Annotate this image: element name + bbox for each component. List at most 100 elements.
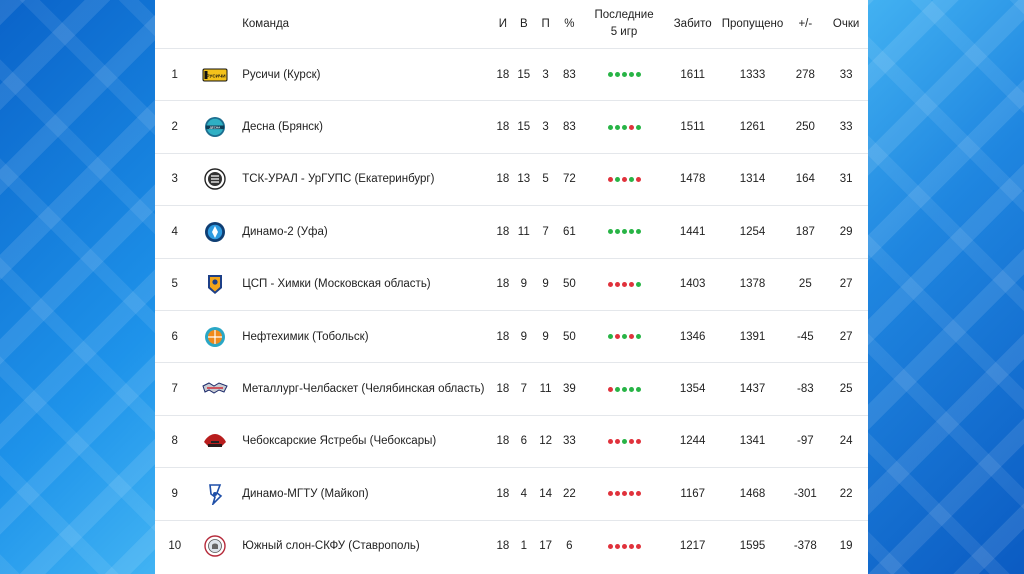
form-dot-loss xyxy=(614,281,620,287)
table-row[interactable]: 4 Динамо-2 (Уфа) 18 11 7 61 1441 1254 18… xyxy=(155,205,868,258)
standings-table: Команда И В П % Последние 5 игр Забито П… xyxy=(155,0,868,572)
col-games[interactable]: И xyxy=(492,0,514,49)
col-position xyxy=(155,0,195,49)
team-name-link[interactable]: Десна (Брянск) xyxy=(236,101,492,153)
team-name-link[interactable]: Русичи (Курск) xyxy=(236,49,492,101)
points-difference: -45 xyxy=(797,330,814,343)
dinamo-ufa-logo[interactable] xyxy=(202,221,228,243)
losses: 5 xyxy=(542,173,549,186)
team-position: 2 xyxy=(171,121,178,134)
form-dot-win xyxy=(621,229,627,235)
col-scored[interactable]: Забито xyxy=(667,0,719,49)
desna-logo[interactable]: ДЕСНА xyxy=(202,116,228,138)
team-name-link[interactable]: Южный слон-СКФУ (Ставрополь) xyxy=(236,520,492,572)
table-row[interactable]: 8 Чебоксарские Ястребы (Чебоксары) 18 6 … xyxy=(155,415,868,467)
points-difference: -378 xyxy=(793,540,817,553)
games-played: 18 xyxy=(496,330,510,343)
points-conceded: 1391 xyxy=(739,330,766,343)
last-five-form xyxy=(607,72,641,78)
team-name-link[interactable]: ТСК-УРАЛ - УрГУПС (Екатеринбург) xyxy=(236,153,492,205)
form-dot-loss xyxy=(628,334,634,340)
points-difference: 187 xyxy=(795,225,815,238)
win-percent: 72 xyxy=(562,173,576,186)
table-row[interactable]: 7 Металлург-Челбаскет (Челябинская облас… xyxy=(155,362,868,415)
col-wins[interactable]: В xyxy=(514,0,534,49)
table-row[interactable]: 10 Южный слон-СКФУ (Ставрополь) 18 1 17 … xyxy=(155,520,868,572)
wins: 15 xyxy=(517,68,531,81)
losses: 11 xyxy=(539,383,552,396)
games-played: 18 xyxy=(496,173,510,186)
col-losses[interactable]: П xyxy=(534,0,558,49)
points-scored: 1403 xyxy=(679,278,706,291)
form-dot-win xyxy=(607,229,613,235)
wins: 13 xyxy=(517,173,531,186)
games-played: 18 xyxy=(496,540,510,553)
table-row[interactable]: 3 ТСК-УРАЛ - УрГУПС (Екатеринбург) 18 13… xyxy=(155,153,868,205)
col-conceded[interactable]: Пропущено xyxy=(719,0,787,49)
col-last-five-line2: 5 игр xyxy=(610,26,638,38)
form-dot-loss xyxy=(607,543,613,549)
losses: 14 xyxy=(539,487,552,500)
win-percent: 39 xyxy=(562,383,576,396)
form-dot-win xyxy=(614,124,620,130)
form-dot-loss xyxy=(621,176,627,182)
standings-points: 29 xyxy=(839,225,853,238)
team-name-link[interactable]: ЦСП - Химки (Московская область) xyxy=(236,258,492,310)
standings-panel: Команда И В П % Последние 5 игр Забито П… xyxy=(155,0,868,574)
wins: 1 xyxy=(520,540,527,553)
form-dot-loss xyxy=(621,491,627,497)
col-diff[interactable]: +/- xyxy=(786,0,824,49)
col-percent[interactable]: % xyxy=(557,0,581,49)
games-played: 18 xyxy=(496,225,510,238)
points-conceded: 1437 xyxy=(739,383,766,396)
wins: 7 xyxy=(520,383,527,396)
points-scored: 1511 xyxy=(680,121,706,134)
standings-points: 27 xyxy=(839,278,853,291)
team-name-link[interactable]: Динамо-МГТУ (Майкоп) xyxy=(236,468,492,520)
rusichi-logo[interactable]: РУСИЧИ xyxy=(202,64,228,86)
points-conceded: 1378 xyxy=(739,278,766,291)
metallurg-logo[interactable] xyxy=(202,378,229,400)
team-name-link[interactable]: Металлург-Челбаскет (Челябинская область… xyxy=(236,363,492,415)
form-dot-loss xyxy=(628,491,634,497)
col-points[interactable]: Очки xyxy=(824,0,868,49)
team-name-link[interactable]: Нефтехимик (Тобольск) xyxy=(236,310,492,362)
team-name-link[interactable]: Динамо-2 (Уфа) xyxy=(236,206,492,258)
form-dot-win xyxy=(614,72,620,78)
team-name-link[interactable]: Чебоксарские Ястребы (Чебоксары) xyxy=(236,415,492,467)
team-position: 10 xyxy=(168,540,182,553)
form-dot-win xyxy=(628,229,634,235)
neftekhimik-logo[interactable] xyxy=(202,326,228,348)
form-dot-loss xyxy=(621,281,627,287)
table-row[interactable]: 2 ДЕСНА Десна (Брянск) 18 15 3 83 1511 1… xyxy=(155,100,868,153)
form-dot-loss xyxy=(607,491,613,497)
cheboksary-logo[interactable] xyxy=(202,430,228,452)
points-conceded: 1341 xyxy=(739,435,766,448)
losses: 12 xyxy=(539,435,552,448)
form-dot-loss xyxy=(614,491,620,497)
standings-points: 25 xyxy=(839,383,853,396)
col-last-five[interactable]: Последние 5 игр xyxy=(581,0,667,49)
points-conceded: 1468 xyxy=(739,487,766,500)
points-conceded: 1595 xyxy=(739,540,766,553)
dinamo-maykop-logo[interactable] xyxy=(202,483,228,507)
table-row[interactable]: 6 Нефтехимик (Тобольск) 18 9 9 50 1346 1… xyxy=(155,310,868,362)
points-scored: 1244 xyxy=(679,435,706,448)
tsk-ural-logo[interactable] xyxy=(202,168,228,191)
table-row[interactable]: 5 ЦСП - Химки (Московская область) 18 9 … xyxy=(155,258,868,310)
points-difference: -83 xyxy=(797,383,814,396)
games-played: 18 xyxy=(496,383,510,396)
wins: 4 xyxy=(520,487,527,500)
wins: 11 xyxy=(517,225,530,238)
csp-khimki-logo[interactable] xyxy=(202,273,228,295)
form-dot-loss xyxy=(635,491,641,497)
form-dot-win xyxy=(614,386,620,392)
yuzhny-slon-logo[interactable] xyxy=(202,535,228,558)
table-row[interactable]: 9 Динамо-МГТУ (Майкоп) 18 4 14 22 1167 1… xyxy=(155,467,868,520)
form-dot-win xyxy=(621,124,627,130)
points-scored: 1441 xyxy=(679,225,706,238)
table-row[interactable]: 1 РУСИЧИ Русичи (Курск) 18 15 3 83 1611 … xyxy=(155,48,868,101)
col-last-five-line1: Последние xyxy=(594,9,654,21)
win-percent: 33 xyxy=(562,435,576,448)
col-team[interactable]: Команда xyxy=(236,0,492,49)
